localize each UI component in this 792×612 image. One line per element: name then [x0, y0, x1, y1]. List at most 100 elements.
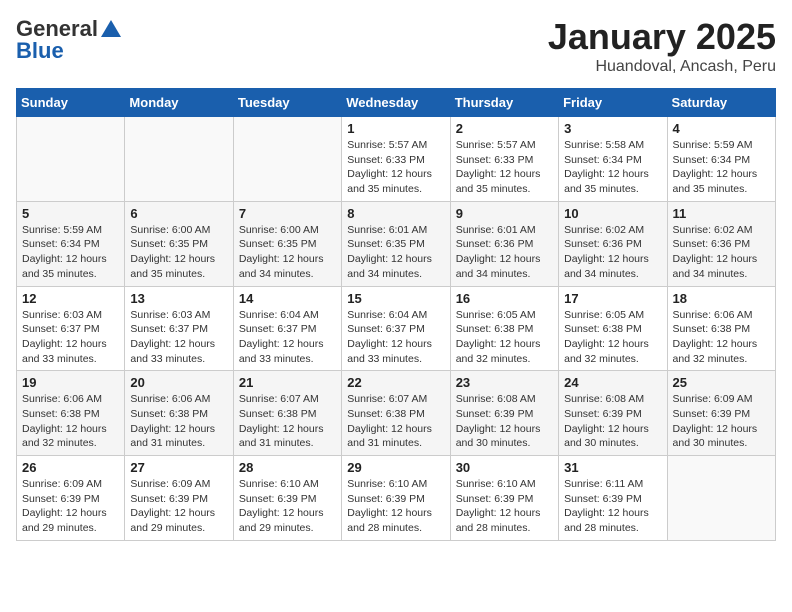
day-number: 5: [22, 206, 119, 221]
calendar-title: January 2025: [548, 16, 776, 58]
table-row: 31 Sunrise: 6:11 AM Sunset: 6:39 PM Dayli…: [559, 456, 667, 541]
header-sunday: Sunday: [17, 89, 125, 117]
day-number: 28: [239, 460, 336, 475]
day-number: 20: [130, 375, 227, 390]
day-info: Sunrise: 6:06 AM Sunset: 6:38 PM Dayligh…: [673, 308, 770, 367]
day-number: 9: [456, 206, 553, 221]
day-number: 25: [673, 375, 770, 390]
table-row: 6Sunrise: 6:00 AM Sunset: 6:35 PM Daylig…: [125, 201, 233, 286]
weekday-header-row: Sunday Monday Tuesday Wednesday Thursday…: [17, 89, 776, 117]
week-row-5: 26 Sunrise: 6:09 AM Sunset: 6:39 PM Dayli…: [17, 456, 776, 541]
day-info: Sunrise: 6:09 AM Sunset: 6:39 PM Dayligh…: [673, 392, 770, 451]
day-info: Sunrise: 6:08 AM Sunset: 6:39 PM Dayligh…: [456, 392, 553, 451]
day-info: Sunrise: 6:05 AM Sunset: 6:38 PM Dayligh…: [456, 308, 553, 367]
day-info: Sunrise: 6:04 AM Sunset: 6:37 PM Dayligh…: [347, 308, 444, 367]
day-info: Sunrise: 6:08 AM Sunset: 6:39 PM Dayligh…: [564, 392, 661, 451]
table-row: 5 Sunrise: 5:59 AM Sunset: 6:34 PM Daylig…: [17, 201, 125, 286]
table-row: 11Sunrise: 6:02 AM Sunset: 6:36 PM Dayli…: [667, 201, 775, 286]
table-row: 15 Sunrise: 6:04 AM Sunset: 6:37 PM Dayli…: [342, 286, 450, 371]
day-number: 14: [239, 291, 336, 306]
day-info: Sunrise: 6:02 AM Sunset: 6:36 PM Dayligh…: [673, 223, 770, 282]
day-number: 17: [564, 291, 661, 306]
table-row: [667, 456, 775, 541]
header-thursday: Thursday: [450, 89, 558, 117]
table-row: 3 Sunrise: 5:58 AM Sunset: 6:34 PM Daylig…: [559, 117, 667, 202]
day-info: Sunrise: 6:02 AM Sunset: 6:36 PM Dayligh…: [564, 223, 661, 282]
table-row: [233, 117, 341, 202]
table-row: [125, 117, 233, 202]
table-row: 13Sunrise: 6:03 AM Sunset: 6:37 PM Dayli…: [125, 286, 233, 371]
week-row-2: 5 Sunrise: 5:59 AM Sunset: 6:34 PM Daylig…: [17, 201, 776, 286]
table-row: 7 Sunrise: 6:00 AM Sunset: 6:35 PM Daylig…: [233, 201, 341, 286]
header-monday: Monday: [125, 89, 233, 117]
header-tuesday: Tuesday: [233, 89, 341, 117]
day-info: Sunrise: 6:11 AM Sunset: 6:39 PM Dayligh…: [564, 477, 661, 536]
day-number: 22: [347, 375, 444, 390]
day-info: Sunrise: 6:10 AM Sunset: 6:39 PM Dayligh…: [347, 477, 444, 536]
table-row: 12 Sunrise: 6:03 AM Sunset: 6:37 PM Dayli…: [17, 286, 125, 371]
table-row: 1 Sunrise: 5:57 AM Sunset: 6:33 PM Daylig…: [342, 117, 450, 202]
week-row-3: 12 Sunrise: 6:03 AM Sunset: 6:37 PM Dayli…: [17, 286, 776, 371]
table-row: 27 Sunrise: 6:09 AM Sunset: 6:39 PM Dayli…: [125, 456, 233, 541]
day-number: 2: [456, 121, 553, 136]
table-row: 21 Sunrise: 6:07 AM Sunset: 6:38 PM Dayli…: [233, 371, 341, 456]
day-number: 29: [347, 460, 444, 475]
day-number: 16: [456, 291, 553, 306]
day-info: Sunrise: 6:07 AM Sunset: 6:38 PM Dayligh…: [347, 392, 444, 451]
table-row: [17, 117, 125, 202]
day-number: 7: [239, 206, 336, 221]
day-info: Sunrise: 5:59 AM Sunset: 6:34 PM Dayligh…: [22, 223, 119, 282]
day-info: Sunrise: 6:09 AM Sunset: 6:39 PM Dayligh…: [130, 477, 227, 536]
day-info: Sunrise: 6:10 AM Sunset: 6:39 PM Dayligh…: [456, 477, 553, 536]
table-row: 22 Sunrise: 6:07 AM Sunset: 6:38 PM Dayli…: [342, 371, 450, 456]
day-number: 26: [22, 460, 119, 475]
day-number: 15: [347, 291, 444, 306]
table-row: 23 Sunrise: 6:08 AM Sunset: 6:39 PM Dayli…: [450, 371, 558, 456]
day-info: Sunrise: 6:03 AM Sunset: 6:37 PM Dayligh…: [22, 308, 119, 367]
logo: General Blue: [16, 16, 122, 64]
day-info: Sunrise: 5:58 AM Sunset: 6:34 PM Dayligh…: [564, 138, 661, 197]
title-block: January 2025 Huandoval, Ancash, Peru: [548, 16, 776, 76]
day-number: 18: [673, 291, 770, 306]
calendar-subtitle: Huandoval, Ancash, Peru: [548, 58, 776, 76]
week-row-4: 19 Sunrise: 6:06 AM Sunset: 6:38 PM Dayli…: [17, 371, 776, 456]
table-row: 24 Sunrise: 6:08 AM Sunset: 6:39 PM Dayli…: [559, 371, 667, 456]
day-number: 1: [347, 121, 444, 136]
table-row: 25 Sunrise: 6:09 AM Sunset: 6:39 PM Dayli…: [667, 371, 775, 456]
table-row: 8Sunrise: 6:01 AM Sunset: 6:35 PM Daylig…: [342, 201, 450, 286]
day-info: Sunrise: 6:05 AM Sunset: 6:38 PM Dayligh…: [564, 308, 661, 367]
table-row: 18 Sunrise: 6:06 AM Sunset: 6:38 PM Dayli…: [667, 286, 775, 371]
day-info: Sunrise: 5:57 AM Sunset: 6:33 PM Dayligh…: [347, 138, 444, 197]
day-number: 27: [130, 460, 227, 475]
week-row-1: 1 Sunrise: 5:57 AM Sunset: 6:33 PM Daylig…: [17, 117, 776, 202]
day-number: 30: [456, 460, 553, 475]
day-number: 31: [564, 460, 661, 475]
day-number: 3: [564, 121, 661, 136]
day-number: 23: [456, 375, 553, 390]
table-row: 10 Sunrise: 6:02 AM Sunset: 6:36 PM Dayli…: [559, 201, 667, 286]
table-row: 20Sunrise: 6:06 AM Sunset: 6:38 PM Dayli…: [125, 371, 233, 456]
table-row: 17 Sunrise: 6:05 AM Sunset: 6:38 PM Dayli…: [559, 286, 667, 371]
table-row: 4Sunrise: 5:59 AM Sunset: 6:34 PM Daylig…: [667, 117, 775, 202]
day-number: 12: [22, 291, 119, 306]
day-number: 24: [564, 375, 661, 390]
day-info: Sunrise: 6:00 AM Sunset: 6:35 PM Dayligh…: [130, 223, 227, 282]
day-info: Sunrise: 6:01 AM Sunset: 6:36 PM Dayligh…: [456, 223, 553, 282]
table-row: 2Sunrise: 5:57 AM Sunset: 6:33 PM Daylig…: [450, 117, 558, 202]
table-row: 30 Sunrise: 6:10 AM Sunset: 6:39 PM Dayli…: [450, 456, 558, 541]
header-saturday: Saturday: [667, 89, 775, 117]
page-header: General Blue January 2025 Huandoval, Anc…: [16, 16, 776, 76]
day-number: 21: [239, 375, 336, 390]
day-info: Sunrise: 6:00 AM Sunset: 6:35 PM Dayligh…: [239, 223, 336, 282]
day-info: Sunrise: 6:07 AM Sunset: 6:38 PM Dayligh…: [239, 392, 336, 451]
day-info: Sunrise: 6:06 AM Sunset: 6:38 PM Dayligh…: [22, 392, 119, 451]
table-row: 14Sunrise: 6:04 AM Sunset: 6:37 PM Dayli…: [233, 286, 341, 371]
day-info: Sunrise: 6:01 AM Sunset: 6:35 PM Dayligh…: [347, 223, 444, 282]
day-number: 13: [130, 291, 227, 306]
table-row: 29 Sunrise: 6:10 AM Sunset: 6:39 PM Dayli…: [342, 456, 450, 541]
table-row: 9 Sunrise: 6:01 AM Sunset: 6:36 PM Daylig…: [450, 201, 558, 286]
table-row: 16 Sunrise: 6:05 AM Sunset: 6:38 PM Dayli…: [450, 286, 558, 371]
day-number: 10: [564, 206, 661, 221]
day-number: 19: [22, 375, 119, 390]
header-wednesday: Wednesday: [342, 89, 450, 117]
